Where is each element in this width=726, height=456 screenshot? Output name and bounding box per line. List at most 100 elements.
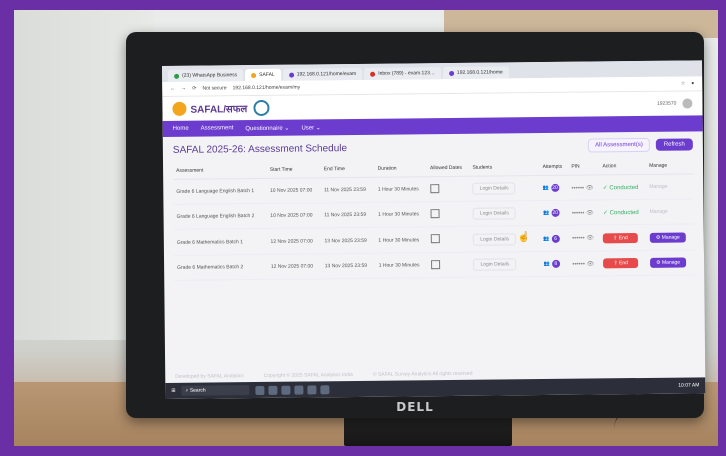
- row-students: Login Details: [470, 251, 541, 278]
- status-conducted: Conducted: [609, 209, 639, 216]
- row-assessment: Grade 6 Mathematics Batch 2: [173, 254, 268, 281]
- taskbar-app-icon[interactable]: [320, 384, 330, 394]
- manage-label: Manage: [661, 234, 680, 241]
- whatsapp-icon: [174, 73, 180, 79]
- row-allowed-dates: [427, 176, 470, 202]
- tab-safal[interactable]: SAFAL: [245, 68, 281, 82]
- address-url[interactable]: 192.168.0.121/home/exam/my: [233, 81, 675, 92]
- row-action: ⇪ End: [600, 224, 647, 251]
- tab-label: 192.168.0.121/home/exam: [296, 70, 357, 78]
- col-action: Action: [599, 157, 647, 175]
- calendar-icon[interactable]: [430, 259, 441, 269]
- schedule-table: Assessment Start Time End Time Duration …: [173, 157, 695, 281]
- end-label: End: [618, 234, 628, 241]
- nav-home[interactable]: Home: [173, 126, 189, 132]
- tab-label: Inbox (789) - exam.123…: [378, 70, 435, 77]
- row-duration: 1 Hour 30 Minutes: [375, 201, 428, 228]
- pin-value[interactable]: •••••• 👁: [572, 235, 594, 241]
- login-details-button[interactable]: Login Details: [472, 182, 516, 195]
- row-assessment: Grade 6 Language English Batch 2: [173, 203, 268, 230]
- refresh-button[interactable]: Refresh: [655, 138, 693, 151]
- row-action: ✓ Conducted: [599, 174, 647, 200]
- tab-inbox[interactable]: Inbox (789) - exam.123…: [364, 67, 441, 80]
- row-action: ✓ Conducted: [599, 199, 647, 225]
- windows-start-icon[interactable]: ⊞: [171, 388, 175, 394]
- row-duration: 1 Hour 30 Minutes: [375, 252, 429, 279]
- nav-user[interactable]: User ⌄: [301, 124, 320, 131]
- attempts-cell[interactable]: 👥 20: [543, 183, 560, 192]
- reload-icon[interactable]: ⟳: [192, 86, 196, 92]
- row-pin: •••••• 👁: [568, 224, 601, 252]
- login-details-button[interactable]: Login Details: [472, 207, 516, 220]
- tab-label: (23) WhatsApp Business: [182, 72, 238, 79]
- attempts-badge: 8: [551, 259, 560, 268]
- login-details-button[interactable]: Login Details: [473, 258, 517, 271]
- row-end: 11 Nov 2025 23:59: [321, 202, 376, 228]
- taskbar-app-icon[interactable]: [255, 385, 265, 395]
- col-students: Students: [469, 159, 540, 177]
- row-pin: •••••• 👁: [568, 174, 600, 201]
- row-action: ⇪ End: [600, 250, 648, 276]
- user-id: 1923570: [656, 100, 677, 107]
- pin-value[interactable]: •••••• 👁: [572, 261, 594, 267]
- row-end: 13 Nov 2025 23:59: [321, 253, 376, 279]
- row-students: Login Details: [469, 200, 541, 227]
- attempts-badge: 20: [551, 208, 560, 217]
- row-start: 12 Nov 2025 07:00: [267, 253, 322, 280]
- attempts-badge: 6: [551, 234, 560, 243]
- col-assessment: Assessment: [173, 161, 267, 180]
- tab-exam[interactable]: 192.168.0.121/home/exam: [282, 67, 363, 81]
- pin-value[interactable]: •••••• 👁: [572, 185, 594, 191]
- table-row: Grade 6 Mathematics Batch 2 12 Nov 2025 …: [173, 249, 695, 281]
- assessment-filter[interactable]: All Assessment(s): [588, 137, 650, 153]
- star-icon[interactable]: ☆: [681, 81, 686, 87]
- row-end: 11 Nov 2025 23:59: [320, 177, 376, 203]
- nav-assessment[interactable]: Assessment: [201, 125, 234, 131]
- taskbar-app-icon[interactable]: [268, 385, 278, 395]
- search-icon: ⌕: [185, 387, 189, 394]
- taskbar-search[interactable]: ⌕ Search: [181, 385, 250, 396]
- taskbar-app-icon[interactable]: [281, 385, 291, 395]
- calendar-icon[interactable]: [430, 208, 440, 218]
- brand-right: 1923570: [656, 98, 693, 109]
- row-start: 10 Nov 2025 07:00: [267, 202, 322, 229]
- login-details-button[interactable]: Login Details: [473, 233, 517, 246]
- pin-value[interactable]: •••••• 👁: [572, 210, 594, 216]
- attempts-cell[interactable]: 👥 8: [543, 259, 560, 268]
- footer-mid: Copyright © 2025 SAFAL Analytics India: [263, 372, 353, 379]
- manage-button[interactable]: ⚙ Manage: [650, 257, 687, 268]
- dell-logo: DELL: [396, 400, 434, 414]
- row-allowed-dates: [427, 226, 471, 253]
- page-title: SAFAL 2025-26: Assessment Schedule: [172, 142, 348, 156]
- row-assessment: Grade 6 Language English Batch 1: [173, 178, 268, 205]
- users-icon: 👥: [543, 235, 550, 242]
- calendar-icon[interactable]: [430, 234, 440, 244]
- users-icon: 👥: [543, 209, 550, 217]
- col-duration: Duration: [374, 160, 428, 178]
- back-icon[interactable]: ←: [170, 86, 175, 92]
- nav-questionnaire[interactable]: Questionnaire ⌄: [245, 124, 289, 131]
- row-students: Login Details ☝: [470, 225, 541, 253]
- globe-icon: [448, 70, 454, 76]
- manage-button-disabled: Manage: [649, 183, 668, 190]
- taskbar-app-icon[interactable]: [294, 385, 304, 395]
- taskbar-app-icon[interactable]: [307, 384, 317, 394]
- users-icon: 👥: [543, 260, 550, 268]
- mail-icon: [370, 71, 376, 77]
- profile-icon[interactable]: ●: [691, 80, 694, 86]
- row-start: 10 Nov 2025 07:00: [266, 177, 322, 204]
- manage-button[interactable]: ⚙ Manage: [649, 232, 686, 243]
- calendar-icon[interactable]: [430, 183, 440, 193]
- monitor-screen: (23) WhatsApp Business SAFAL 192.168.0.1…: [162, 60, 706, 399]
- avatar[interactable]: [682, 98, 693, 109]
- attempts-cell[interactable]: 👥 6: [543, 234, 560, 243]
- row-attempts: 👥 20: [539, 175, 569, 201]
- attempts-cell[interactable]: 👥 20: [543, 208, 560, 217]
- hand-cursor-icon: ☝: [517, 232, 530, 244]
- end-button[interactable]: ⇪ End: [603, 232, 638, 243]
- tab-home[interactable]: 192.168.0.121/home: [442, 66, 509, 80]
- end-button[interactable]: ⇪ End: [603, 258, 639, 269]
- tab-whatsapp[interactable]: (23) WhatsApp Business: [168, 69, 244, 82]
- forward-icon[interactable]: →: [181, 86, 186, 92]
- safal-badge: [172, 101, 187, 116]
